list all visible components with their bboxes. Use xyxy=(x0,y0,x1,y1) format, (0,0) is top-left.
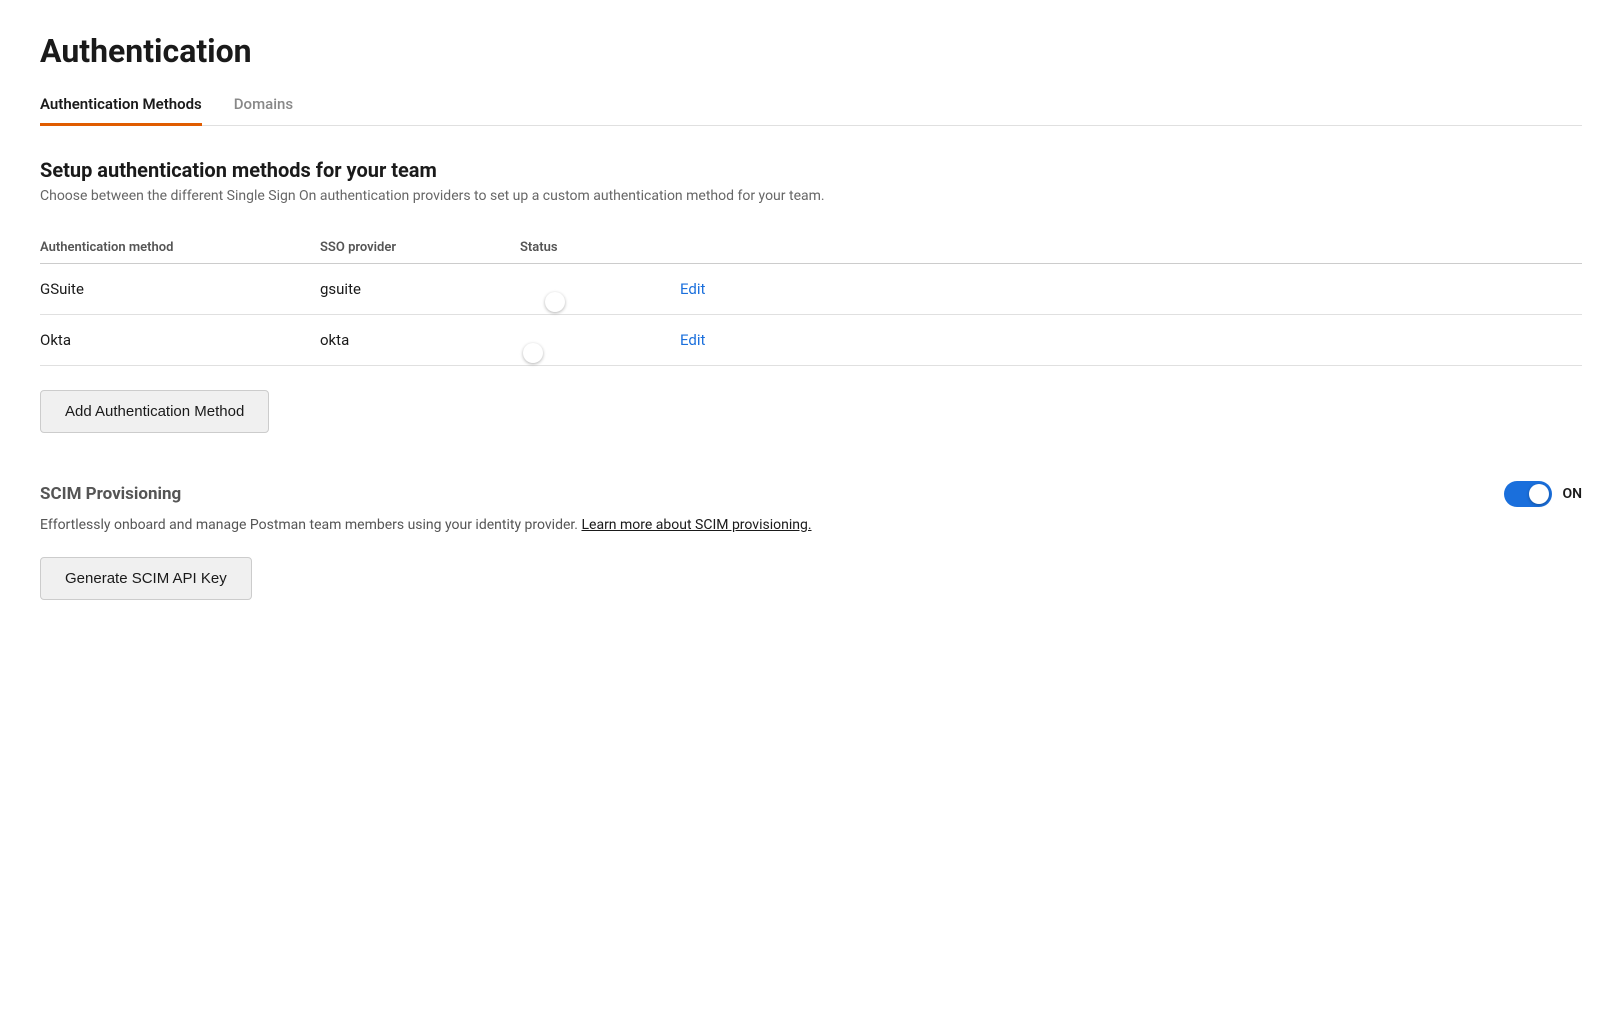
scim-title: SCIM Provisioning xyxy=(40,484,181,504)
generate-scim-api-key-button[interactable]: Generate SCIM API Key xyxy=(40,557,252,600)
tab-domains[interactable]: Domains xyxy=(234,95,293,126)
col-status: Status xyxy=(520,240,680,255)
scim-toggle[interactable] xyxy=(1504,481,1552,507)
col-method: Authentication method xyxy=(40,240,320,255)
scim-on-label: ON xyxy=(1562,486,1582,502)
col-actions xyxy=(680,240,780,255)
table-header: Authentication method SSO provider Statu… xyxy=(40,232,1582,264)
scim-header: SCIM Provisioning ON xyxy=(40,481,1582,507)
col-provider: SSO provider xyxy=(320,240,520,255)
gsuite-edit-link[interactable]: Edit xyxy=(680,280,705,298)
table-row: Okta okta Edit xyxy=(40,315,1582,366)
tab-authentication-methods[interactable]: Authentication Methods xyxy=(40,95,202,126)
scim-description: Effortlessly onboard and manage Postman … xyxy=(40,517,1582,533)
row-gsuite-provider: gsuite xyxy=(320,280,520,298)
add-authentication-method-button[interactable]: Add Authentication Method xyxy=(40,390,269,433)
row-gsuite-action: Edit xyxy=(680,280,780,298)
row-okta-method: Okta xyxy=(40,331,320,349)
table-row: GSuite gsuite Edit xyxy=(40,264,1582,315)
page-title: Authentication xyxy=(40,32,1582,70)
scim-learn-more-link[interactable]: Learn more about SCIM provisioning. xyxy=(581,517,811,533)
scim-section: SCIM Provisioning ON Effortlessly onboar… xyxy=(40,481,1582,600)
row-gsuite-method: GSuite xyxy=(40,280,320,298)
scim-toggle-area: ON xyxy=(1504,481,1582,507)
tabs-container: Authentication Methods Domains xyxy=(40,94,1582,126)
section-description: Choose between the different Single Sign… xyxy=(40,188,1582,204)
okta-edit-link[interactable]: Edit xyxy=(680,331,705,349)
row-okta-provider: okta xyxy=(320,331,520,349)
row-okta-action: Edit xyxy=(680,331,780,349)
section-title: Setup authentication methods for your te… xyxy=(40,158,1582,182)
